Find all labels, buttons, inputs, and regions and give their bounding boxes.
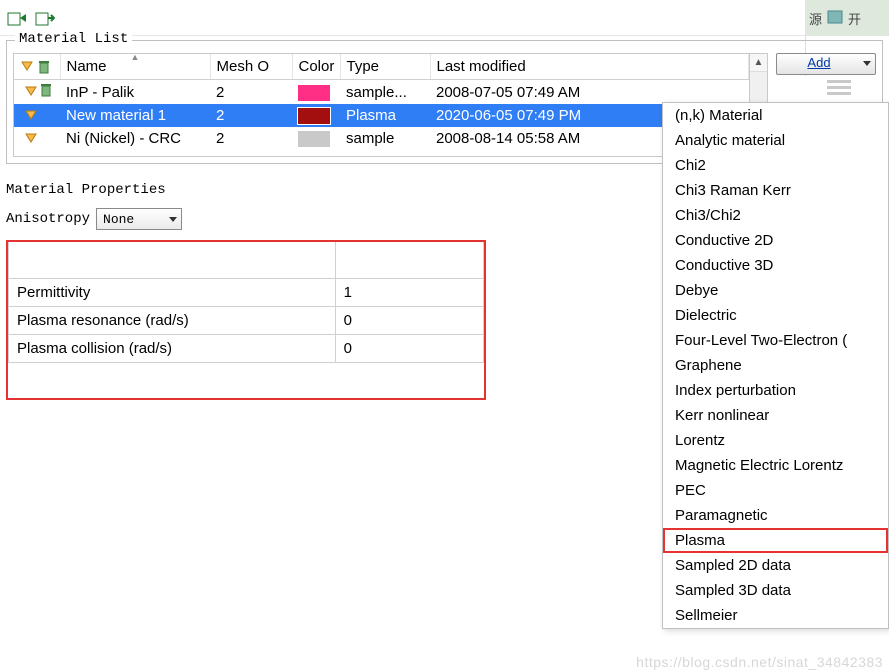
export-right-icon[interactable]: [34, 7, 56, 29]
top-toolbar: [0, 0, 889, 36]
prop-label: Plasma resonance (rad/s): [9, 306, 336, 334]
cell-name: New material 1: [60, 104, 210, 127]
row-marker-icon: [24, 132, 38, 146]
add-menu-item[interactable]: Index perturbation: [663, 378, 888, 403]
props-header-right: [335, 242, 483, 278]
anisotropy-value: None: [103, 212, 134, 227]
prop-row: Plasma resonance (rad/s) 0: [9, 306, 484, 334]
prop-label: Plasma collision (rad/s): [9, 334, 336, 362]
watermark: https://blog.csdn.net/sinat_34842383: [636, 654, 883, 670]
add-menu[interactable]: (n,k) MaterialAnalytic materialChi2Chi3 …: [662, 102, 889, 629]
prop-value[interactable]: 0: [335, 334, 483, 362]
cell-color: [292, 80, 340, 105]
anisotropy-label: Anisotropy: [6, 211, 90, 227]
add-menu-item[interactable]: (n,k) Material: [663, 103, 888, 128]
add-menu-item[interactable]: Chi3 Raman Kerr: [663, 178, 888, 203]
add-menu-item[interactable]: Conductive 3D: [663, 253, 888, 278]
cell-modified: 2008-07-05 07:49 AM: [430, 80, 749, 105]
props-header-left: [9, 242, 336, 278]
scroll-up-icon[interactable]: ▲: [750, 54, 767, 72]
add-menu-item[interactable]: Sellmeier: [663, 603, 888, 628]
add-menu-item[interactable]: Graphene: [663, 353, 888, 378]
props-footer: [9, 362, 484, 398]
material-list-label: Material List: [15, 31, 132, 47]
add-menu-item[interactable]: Chi3/Chi2: [663, 203, 888, 228]
col-modified[interactable]: Last modified: [430, 54, 749, 80]
trash-icon[interactable]: [40, 83, 52, 101]
prop-value[interactable]: 1: [335, 278, 483, 306]
anisotropy-select[interactable]: None: [96, 208, 182, 230]
cell-mesh: 2: [210, 80, 292, 105]
add-menu-item[interactable]: Magnetic Electric Lorentz: [663, 453, 888, 478]
col-name[interactable]: ▲Name: [60, 54, 210, 80]
add-menu-item[interactable]: Sampled 2D data: [663, 553, 888, 578]
import-left-icon[interactable]: [6, 7, 28, 29]
col-type[interactable]: Type: [340, 54, 430, 80]
col-mesh[interactable]: Mesh O: [210, 54, 292, 80]
cell-mesh: 2: [210, 104, 292, 127]
add-menu-item[interactable]: Debye: [663, 278, 888, 303]
add-menu-item[interactable]: Kerr nonlinear: [663, 403, 888, 428]
prop-value[interactable]: 0: [335, 306, 483, 334]
table-row[interactable]: Ni (Nickel) - CRC2sample2008-08-14 05:58…: [14, 127, 749, 150]
cell-type: Plasma: [340, 104, 430, 127]
add-menu-item[interactable]: Paramagnetic: [663, 503, 888, 528]
properties-box: Permittivity 1 Plasma resonance (rad/s) …: [6, 240, 486, 400]
prop-row: Permittivity 1: [9, 278, 484, 306]
cell-type: sample...: [340, 80, 430, 105]
add-button[interactable]: Add: [776, 53, 876, 75]
row-marker-icon: [24, 109, 38, 123]
cell-color: [292, 104, 340, 127]
prop-label: Permittivity: [9, 278, 336, 306]
cell-name: InP - Palik: [60, 80, 210, 105]
add-button-label: Add: [807, 55, 830, 70]
prop-row: Plasma collision (rad/s) 0: [9, 334, 484, 362]
cell-name: Ni (Nickel) - CRC: [60, 127, 210, 150]
col-icon[interactable]: [14, 54, 60, 80]
cell-mesh: 2: [210, 127, 292, 150]
add-menu-item[interactable]: Analytic material: [663, 128, 888, 153]
add-menu-item[interactable]: Dielectric: [663, 303, 888, 328]
add-menu-item[interactable]: Chi2: [663, 153, 888, 178]
add-menu-item[interactable]: Four-Level Two-Electron (: [663, 328, 888, 353]
add-menu-item[interactable]: Sampled 3D data: [663, 578, 888, 603]
fragment-icon: [826, 9, 844, 28]
material-table[interactable]: ▲Name Mesh O Color Type Last modified In…: [13, 53, 750, 157]
cell-type: sample: [340, 127, 430, 150]
add-menu-item[interactable]: PEC: [663, 478, 888, 503]
fragment-text: 源: [809, 9, 822, 28]
add-menu-item[interactable]: Lorentz: [663, 428, 888, 453]
table-row[interactable]: InP - Palik2 sample...2008-07-05 07:49 AM: [14, 80, 749, 105]
table-row[interactable]: New material 12Plasma2020-06-05 07:49 PM: [14, 104, 749, 127]
cell-color: [292, 127, 340, 150]
row-marker-icon: [24, 85, 38, 99]
add-menu-item[interactable]: Plasma: [663, 528, 888, 553]
col-color[interactable]: Color: [292, 54, 340, 80]
fragment-text2: 开: [848, 9, 861, 28]
titlebar-fragment: 源 开: [805, 0, 889, 36]
table-header-row[interactable]: ▲Name Mesh O Color Type Last modified: [14, 54, 749, 80]
add-menu-item[interactable]: Conductive 2D: [663, 228, 888, 253]
